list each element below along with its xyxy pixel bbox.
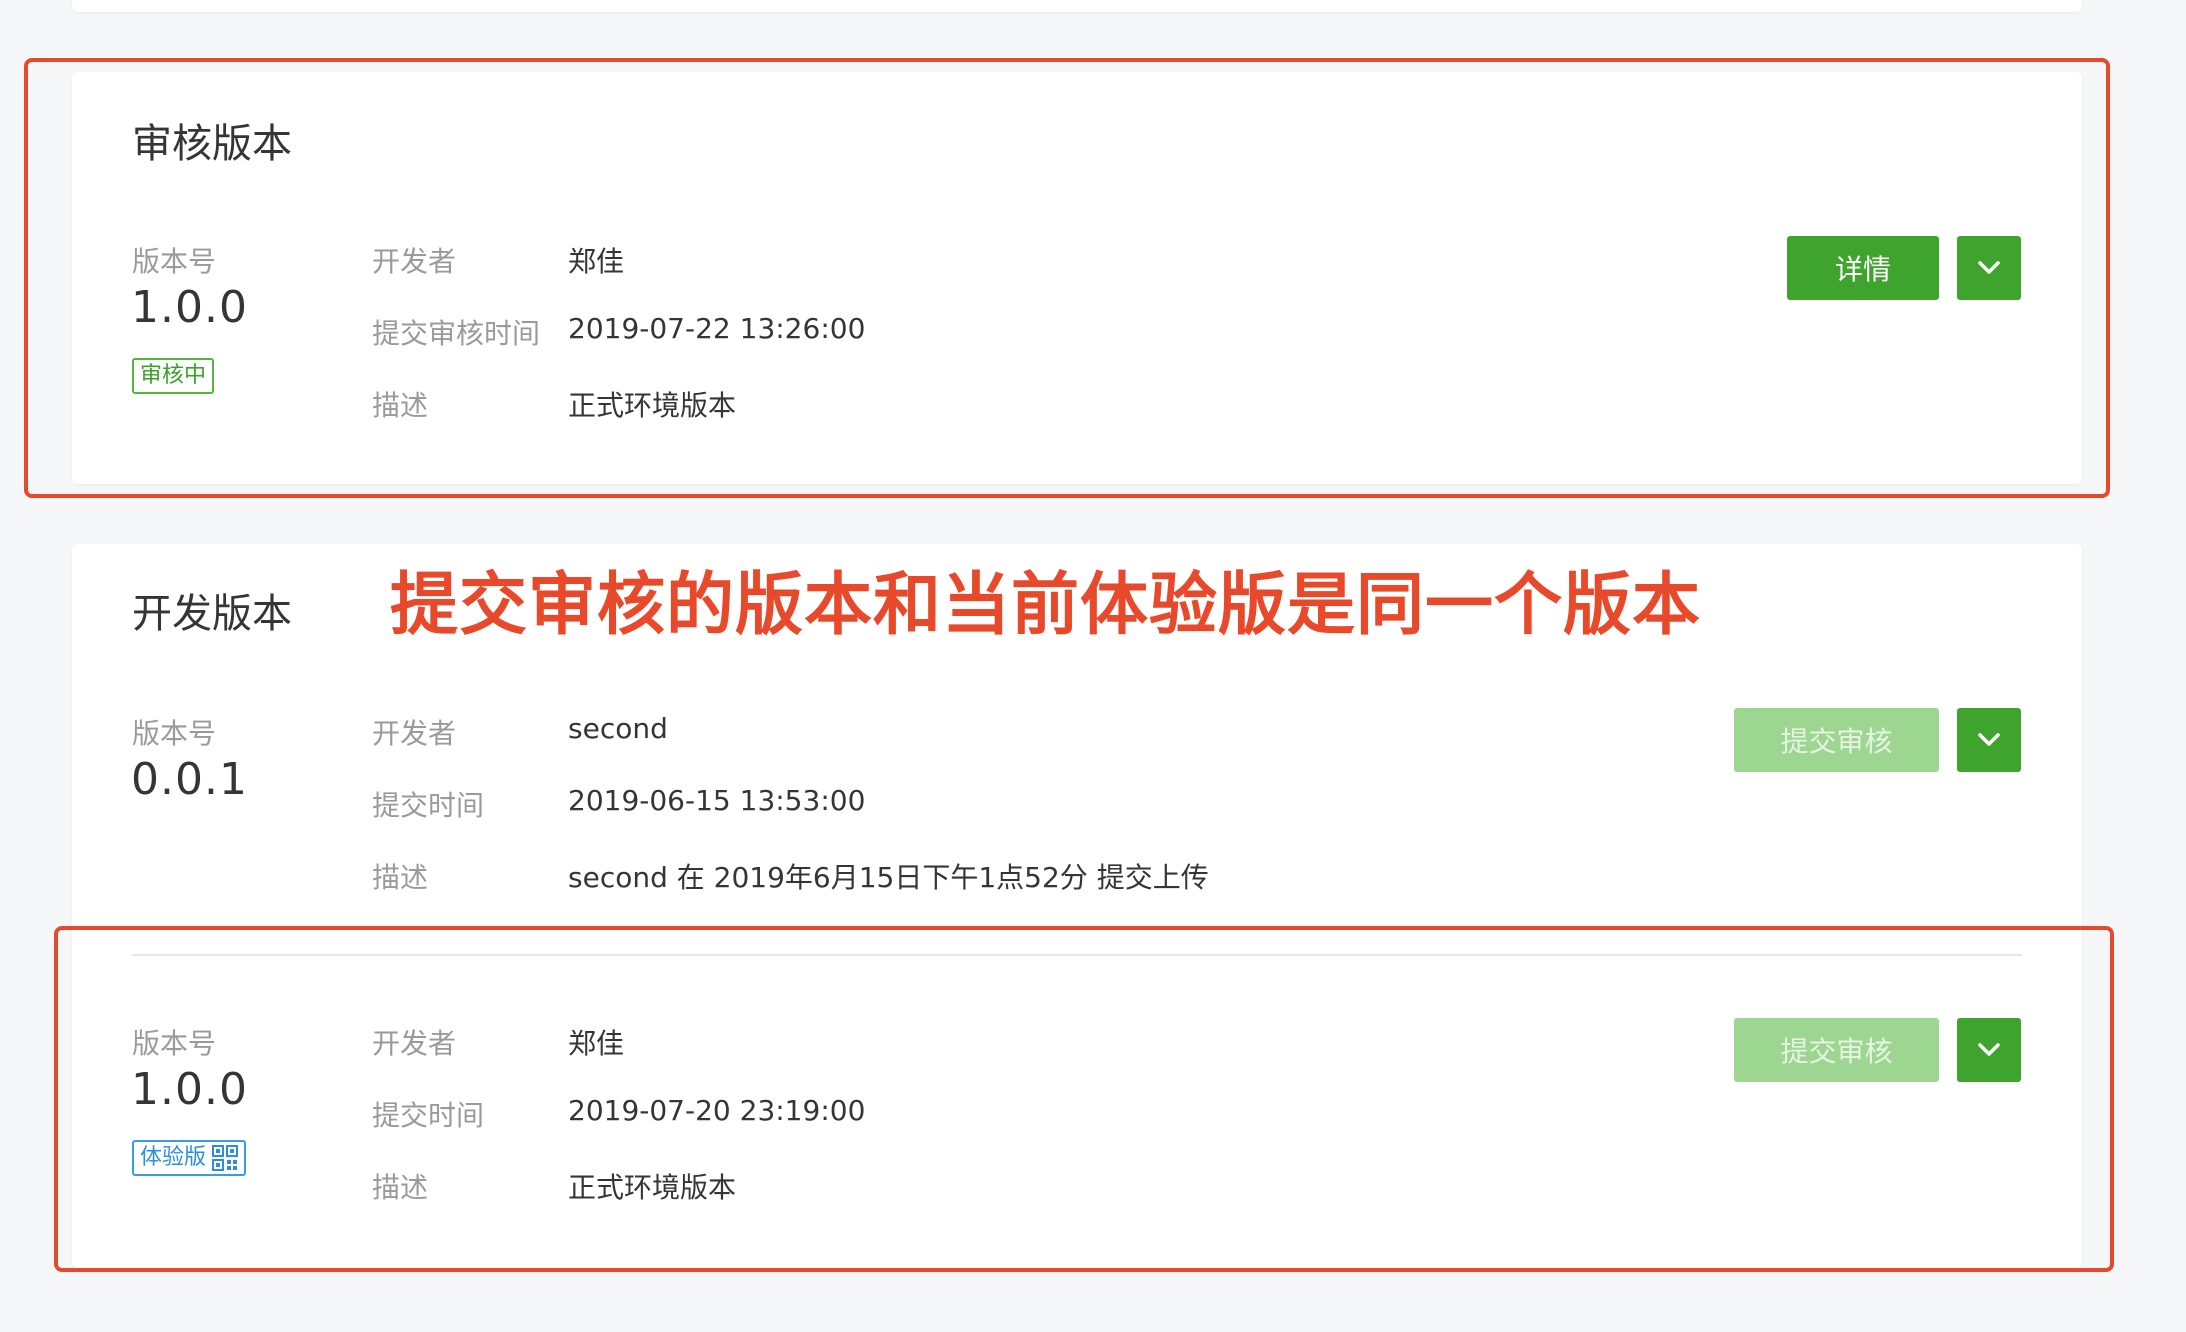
review-version-card: 审核版本 版本号 1.0.0 审核中 开发者 郑佳 提交审核时间 2019-07… xyxy=(72,72,2082,484)
meta-key-developer: 开发者 xyxy=(372,1027,457,1060)
trial-version-badge[interactable]: 体验版 xyxy=(132,1140,247,1176)
meta-key-submit-time: 提交时间 xyxy=(372,1099,485,1132)
meta-key-developer: 开发者 xyxy=(372,717,457,750)
trial-more-dropdown-button[interactable] xyxy=(1957,1018,2021,1082)
chevron-down-icon xyxy=(1978,1043,2000,1056)
trial-version-label: 体验版 xyxy=(140,1145,207,1170)
meta-value-submit-time: 2019-07-20 23:19:00 xyxy=(568,1094,866,1127)
version-number: 1.0.0 xyxy=(131,282,248,333)
meta-value-submit-time: 2019-07-22 13:26:00 xyxy=(568,312,866,345)
version-divider xyxy=(132,954,2022,956)
dev-more-dropdown-button[interactable] xyxy=(1957,708,2021,772)
previous-card-fragment xyxy=(72,0,2082,12)
submit-review-button[interactable]: 提交审核 xyxy=(1734,708,1939,772)
dev-version-card: 开发版本 版本号 0.0.1 开发者 second 提交时间 2019-06-1… xyxy=(72,544,2082,1268)
version-label: 版本号 xyxy=(132,1027,217,1060)
qr-code-icon xyxy=(212,1145,239,1171)
status-badge-reviewing: 审核中 xyxy=(132,358,215,394)
version-number: 0.0.1 xyxy=(131,754,248,805)
version-number: 1.0.0 xyxy=(131,1064,248,1115)
version-label: 版本号 xyxy=(132,717,217,750)
meta-value-developer: 郑佳 xyxy=(568,1027,625,1060)
review-more-dropdown-button[interactable] xyxy=(1957,236,2021,300)
meta-value-description: second 在 2019年6月15日下午1点52分 提交上传 xyxy=(568,861,1209,894)
meta-value-description: 正式环境版本 xyxy=(568,1171,737,1204)
meta-value-developer: second xyxy=(568,712,668,745)
annotation-text: 提交审核的版本和当前体验版是同一个版本 xyxy=(390,566,1702,645)
meta-key-description: 描述 xyxy=(372,389,429,422)
meta-value-description: 正式环境版本 xyxy=(568,389,737,422)
submit-review-button[interactable]: 提交审核 xyxy=(1734,1018,1939,1082)
chevron-down-icon xyxy=(1978,261,2000,274)
chevron-down-icon xyxy=(1978,733,2000,746)
meta-key-submit-time: 提交审核时间 xyxy=(372,317,541,350)
meta-key-developer: 开发者 xyxy=(372,245,457,278)
detail-button[interactable]: 详情 xyxy=(1787,236,1939,300)
dev-section-title: 开发版本 xyxy=(132,591,292,637)
meta-key-description: 描述 xyxy=(372,1171,429,1204)
version-label: 版本号 xyxy=(132,245,217,278)
review-section-title: 审核版本 xyxy=(132,121,292,167)
meta-value-submit-time: 2019-06-15 13:53:00 xyxy=(568,784,866,817)
meta-key-description: 描述 xyxy=(372,861,429,894)
meta-key-submit-time: 提交时间 xyxy=(372,789,485,822)
meta-value-developer: 郑佳 xyxy=(568,245,625,278)
page: 审核版本 版本号 1.0.0 审核中 开发者 郑佳 提交审核时间 2019-07… xyxy=(0,0,2186,1332)
